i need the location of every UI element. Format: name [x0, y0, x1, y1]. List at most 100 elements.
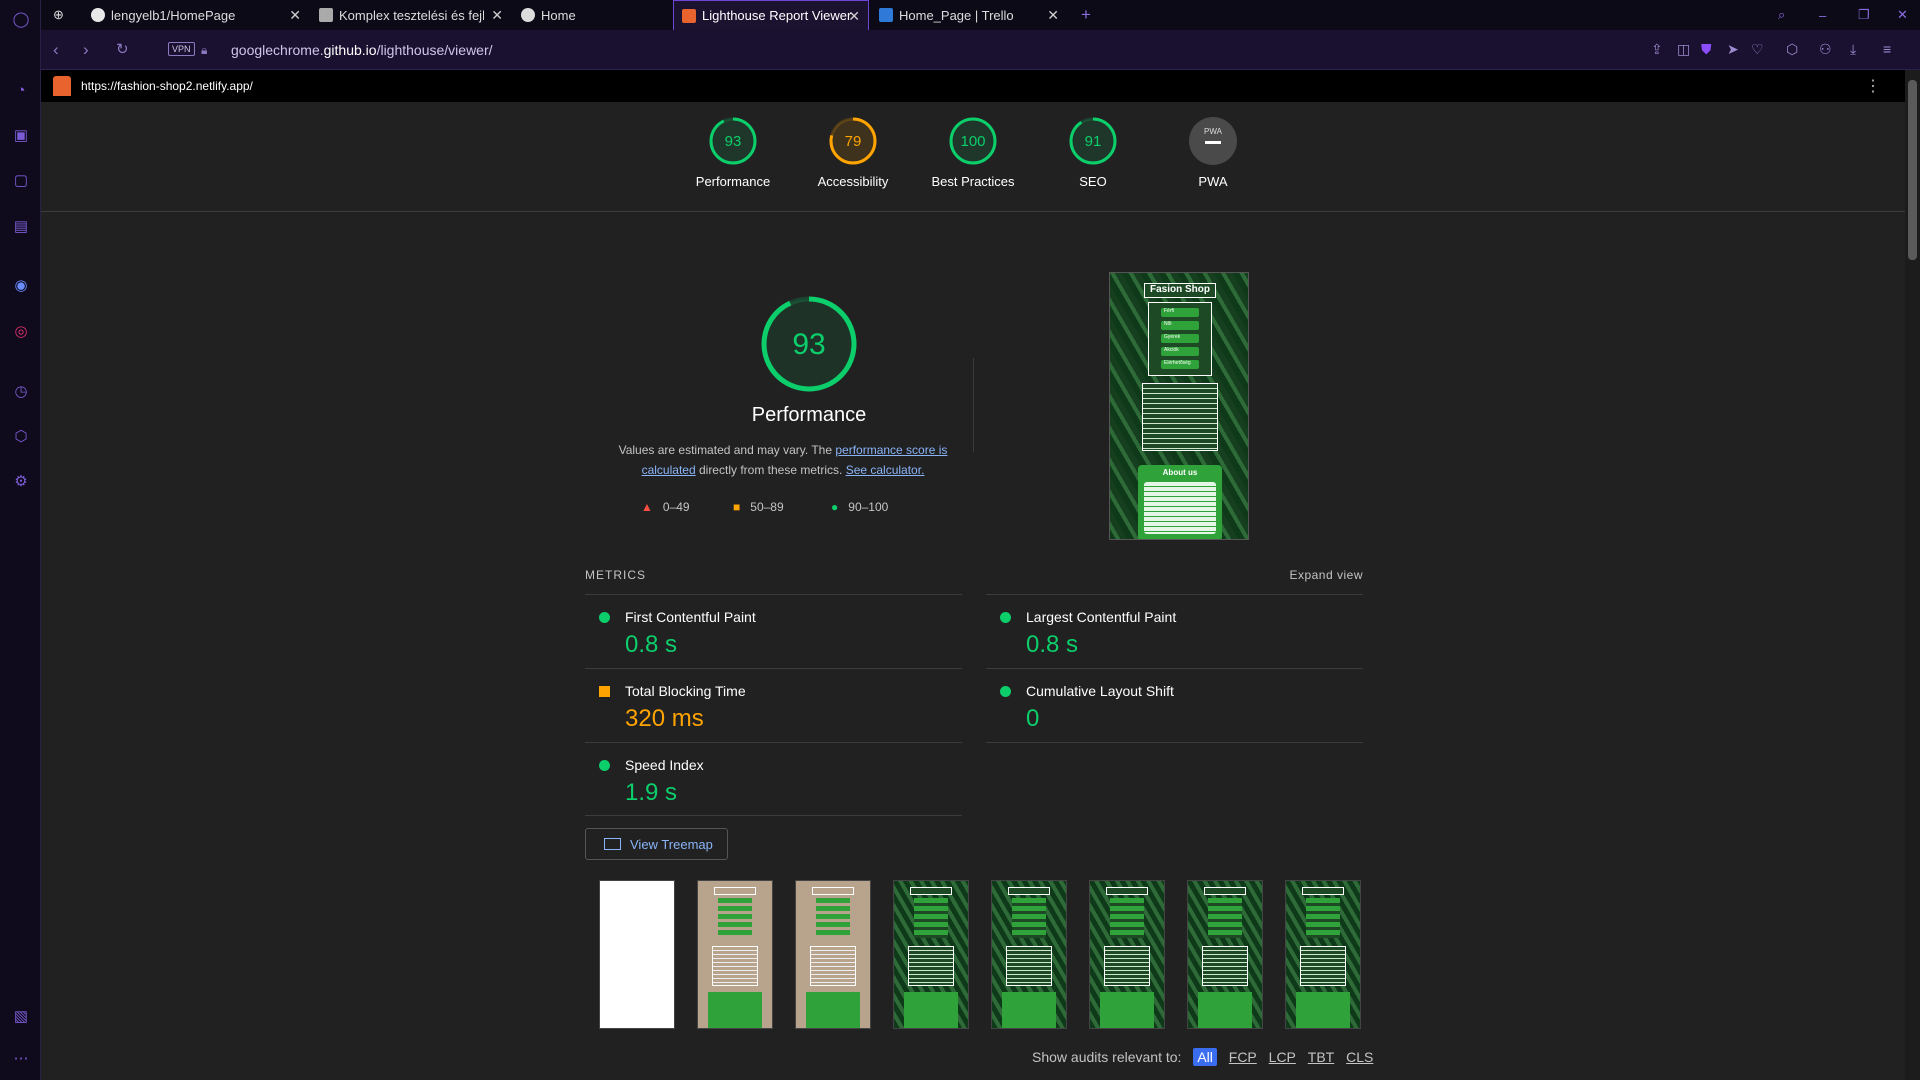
- tools-menu-icon[interactable]: ⋮: [1865, 76, 1881, 96]
- globe-icon: [521, 8, 535, 22]
- opera-logo-icon[interactable]: ◯: [10, 8, 32, 30]
- url-field[interactable]: googlechrome.github.io/lighthouse/viewer…: [231, 42, 493, 58]
- gauge-accessibility[interactable]: 79 Accessibility: [798, 116, 908, 189]
- shot-text-block: [1142, 383, 1218, 451]
- audit-filter-bar: Show audits relevant to: All FCP LCP TBT…: [1032, 1048, 1373, 1066]
- pwa-badge-text: PWA: [1204, 127, 1223, 136]
- gauge-ring: 100: [949, 117, 997, 165]
- messenger-icon[interactable]: ◉: [10, 274, 32, 296]
- minimize-icon[interactable]: –: [1811, 0, 1835, 30]
- final-screenshot[interactable]: Fasion Shop Férfi Női Gyerek Akciók Elér…: [1109, 272, 1249, 540]
- instagram-icon[interactable]: ◎: [10, 320, 32, 342]
- vpn-badge[interactable]: VPN: [168, 42, 195, 56]
- tab-trello[interactable]: Home_Page | Trello ✕: [871, 0, 1067, 30]
- history-icon[interactable]: ◷: [10, 380, 32, 402]
- metric-value: 320 ms: [625, 705, 704, 732]
- tab-title: Lighthouse Report Viewer: [702, 8, 852, 23]
- camera-icon[interactable]: ◫: [1677, 41, 1690, 58]
- tab-islands-icon[interactable]: ⊕: [45, 0, 81, 30]
- gauge-pwa[interactable]: PWA PWA: [1158, 116, 1268, 189]
- filmstrip-frame: [991, 880, 1067, 1029]
- speed-dial-icon[interactable]: ◔: [10, 79, 32, 101]
- metric-divider: [986, 742, 1363, 743]
- new-tab-button[interactable]: +: [1073, 0, 1103, 30]
- share-icon[interactable]: ⇪: [1651, 41, 1663, 58]
- gauge-score: 91: [1085, 133, 1102, 150]
- download-icon[interactable]: ⤓: [1850, 41, 1856, 58]
- extensions-icon[interactable]: ⬡: [10, 425, 32, 447]
- tab-github[interactable]: lengyelb1/HomePage ✕: [83, 0, 309, 30]
- gauge-seo[interactable]: 91 SEO: [1038, 116, 1148, 189]
- twitch-icon[interactable]: ▢: [10, 169, 32, 191]
- back-icon[interactable]: ‹: [53, 40, 59, 60]
- filmstrip-frame: [893, 880, 969, 1029]
- lock-icon[interactable]: 🔒︎: [201, 43, 207, 58]
- see-calculator-link[interactable]: See calculator.: [846, 463, 925, 477]
- filter-all[interactable]: All: [1193, 1048, 1217, 1066]
- metric-value: 1.9 s: [625, 779, 678, 806]
- more-icon[interactable]: ⋯: [10, 1047, 32, 1069]
- frame-text: [712, 946, 758, 986]
- gauge-label: Best Practices: [931, 174, 1015, 189]
- treemap-icon: [604, 838, 621, 850]
- forward-icon[interactable]: ›: [83, 40, 89, 60]
- browser-sidebar: ◯ ◔ ▣ ▢ ▤ ◉ ◎ ◷ ⬡ ⚙ ▧ ⋯: [0, 0, 41, 1080]
- report-url[interactable]: https://fashion-shop2.netlify.app/: [81, 79, 253, 93]
- github-icon: [91, 8, 105, 22]
- shot-menu-item: Akciók: [1161, 347, 1199, 356]
- lighthouse-icon: [682, 8, 696, 23]
- expand-view-toggle[interactable]: Expand view: [1289, 568, 1363, 582]
- desc-text: Values are estimated and may vary. The: [618, 443, 836, 457]
- large-gauge-score: 93: [792, 328, 825, 361]
- send-icon[interactable]: ➤: [1727, 41, 1739, 58]
- tab-lighthouse[interactable]: Lighthouse Report Viewer ✕: [673, 0, 869, 30]
- filter-tbt[interactable]: TBT: [1308, 1049, 1334, 1065]
- metric-name: Total Blocking Time: [625, 683, 746, 699]
- search-tabs-icon[interactable]: ⌕: [1770, 0, 1794, 30]
- shield-icon[interactable]: ⛊: [1701, 41, 1712, 58]
- tab-komplex[interactable]: Komplex tesztelési és fejle ✕: [311, 0, 511, 30]
- filter-cls[interactable]: CLS: [1346, 1049, 1373, 1065]
- filmstrip-frame: [795, 880, 871, 1029]
- frame-menu: [1110, 898, 1144, 938]
- frame-title: [1106, 887, 1148, 895]
- tab-title: Home: [541, 7, 576, 23]
- close-icon[interactable]: ✕: [491, 7, 503, 24]
- shopping-icon[interactable]: ▣: [10, 124, 32, 146]
- metric-fcp: First Contentful Paint 0.8 s: [585, 594, 962, 668]
- settings-icon[interactable]: ⚙: [10, 470, 32, 492]
- frame-menu: [816, 898, 850, 938]
- score-description: Values are estimated and may vary. The p…: [593, 440, 973, 480]
- close-icon[interactable]: ✕: [1047, 7, 1059, 24]
- reload-icon[interactable]: ↻: [116, 40, 129, 58]
- legend-label: 90–100: [848, 500, 889, 514]
- filter-fcp[interactable]: FCP: [1229, 1049, 1257, 1065]
- gauge-best-practices[interactable]: 100 Best Practices: [918, 116, 1028, 189]
- filter-lcp[interactable]: LCP: [1269, 1049, 1296, 1065]
- close-window-icon[interactable]: ✕: [1889, 0, 1913, 30]
- close-icon[interactable]: ✕: [848, 8, 860, 25]
- menu-icon[interactable]: ≡: [1883, 41, 1891, 57]
- square-icon: ■: [733, 500, 741, 514]
- close-icon[interactable]: ✕: [289, 7, 301, 24]
- view-treemap-button[interactable]: View Treemap: [585, 828, 728, 860]
- frame-menu: [914, 898, 948, 938]
- metric-value: 0: [1026, 705, 1040, 732]
- legend-label: 0–49: [662, 500, 690, 514]
- frame-title: [910, 887, 952, 895]
- restore-icon[interactable]: ❐: [1850, 0, 1874, 30]
- gauge-performance[interactable]: 93 Performance: [678, 116, 788, 189]
- heart-icon[interactable]: ♡: [1751, 41, 1764, 58]
- scrollbar-thumb[interactable]: [1908, 80, 1917, 260]
- bookmarks-icon[interactable]: ▤: [10, 215, 32, 237]
- scrollbar[interactable]: [1905, 70, 1920, 1080]
- gauge-ring: 91: [1069, 117, 1117, 165]
- new-tab-label: +: [1081, 5, 1091, 24]
- tab-title: lengyelb1/HomePage: [111, 7, 236, 23]
- cube-icon[interactable]: ⬡: [1786, 41, 1798, 58]
- document-icon: [319, 8, 333, 22]
- profile-icon[interactable]: ⚇: [1819, 41, 1832, 58]
- report-topbar: https://fashion-shop2.netlify.app/ ⋮: [41, 70, 1905, 102]
- wallpaper-icon[interactable]: ▧: [10, 1005, 32, 1027]
- trello-icon: [879, 8, 893, 22]
